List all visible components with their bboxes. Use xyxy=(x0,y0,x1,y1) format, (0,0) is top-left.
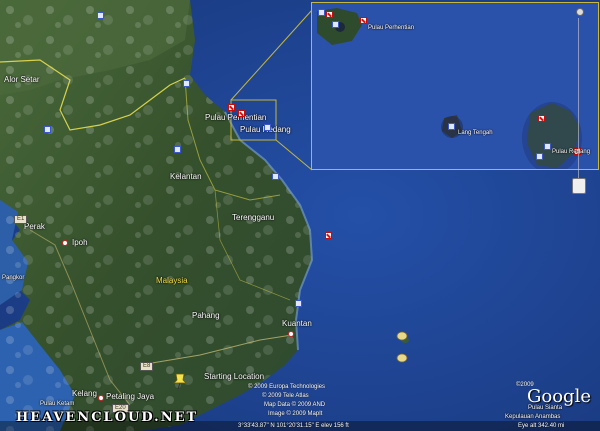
google-logo: Google xyxy=(527,386,591,407)
placemark-icon[interactable] xyxy=(272,173,279,180)
label-alor-setar: Alor Setar xyxy=(4,75,40,84)
label-starting-location: Starting Location xyxy=(204,372,265,381)
credit-map-data: Map Data © 2009 AND xyxy=(264,402,326,408)
dive-site-icon[interactable] xyxy=(360,17,367,24)
placemark-icon[interactable] xyxy=(318,9,325,16)
inset-map xyxy=(312,3,598,169)
credit-europa: © 2009 Europa Technologies xyxy=(248,384,326,390)
dive-site-icon[interactable] xyxy=(228,104,235,111)
city-marker-kuantan[interactable] xyxy=(288,331,294,337)
pin-icon[interactable] xyxy=(396,330,408,342)
road-shield: E1 xyxy=(14,215,28,224)
credit-image: Image © 2009 MapIt xyxy=(268,411,323,417)
coordinates-readout: 3°33'43.87" N 101°20'31.15" E elev 156 f… xyxy=(238,423,349,429)
pin-icon[interactable] xyxy=(396,352,408,364)
label-ipoh: Ipoh xyxy=(72,238,88,247)
dive-site-icon[interactable] xyxy=(325,232,332,239)
city-marker-ipoh[interactable] xyxy=(62,240,68,246)
label-pangkor: Pangkor xyxy=(2,275,25,281)
satellite-map[interactable]: Pulau Perhentian Lang Tengah Pulau Redan… xyxy=(0,0,600,431)
inset-label-perhentian: Pulau Perhentian xyxy=(368,25,415,31)
placemark-icon[interactable] xyxy=(536,153,543,160)
placemark-icon[interactable] xyxy=(264,124,271,131)
zoom-slider-handle[interactable] xyxy=(572,178,586,194)
label-kelang: Kelang xyxy=(72,389,97,398)
label-pulau-perhentian: Pulau Perhentian xyxy=(205,113,267,122)
label-terengganu: Terengganu xyxy=(232,213,275,222)
dive-site-icon[interactable] xyxy=(326,11,333,18)
label-kuantan: Kuantan xyxy=(282,319,312,328)
dive-site-icon[interactable] xyxy=(538,115,545,122)
placemark-icon[interactable] xyxy=(44,126,51,133)
city-marker-petaling-jaya[interactable] xyxy=(98,395,104,401)
dive-site-icon[interactable] xyxy=(238,110,245,117)
placemark-icon[interactable] xyxy=(174,146,181,153)
label-petaling-jaya: Petaling Jaya xyxy=(106,392,155,401)
placemark-icon[interactable] xyxy=(332,21,339,28)
label-pulau-ketam: Pulau Ketam xyxy=(40,401,75,407)
placemark-icon[interactable] xyxy=(97,12,104,19)
placemark-icon[interactable] xyxy=(448,123,455,130)
label-kepulauan-anambas: Kepulauan Anambas xyxy=(505,414,561,420)
placemark-icon[interactable] xyxy=(295,300,302,307)
placemark-icon[interactable] xyxy=(183,80,190,87)
inset-label-lang-tengah: Lang Tengah xyxy=(458,130,493,136)
zoom-slider-track[interactable] xyxy=(578,18,579,188)
label-pahang: Pahang xyxy=(192,311,220,320)
credit-tele-atlas: © 2009 Tele Atlas xyxy=(262,393,309,399)
placemark-icon[interactable] xyxy=(544,143,551,150)
pushpin-icon[interactable] xyxy=(172,372,188,390)
navigation-controls[interactable] xyxy=(566,2,596,202)
compass-icon[interactable] xyxy=(576,8,584,16)
label-kelantan: Kelantan xyxy=(170,172,202,181)
label-malaysia: Malaysia xyxy=(156,276,188,285)
eye-altitude-readout: Eye alt 342.40 mi xyxy=(518,423,565,429)
zoom-inset-panel: Pulau Perhentian Lang Tengah Pulau Redan… xyxy=(311,2,599,170)
road-shield: E8 xyxy=(140,362,154,371)
